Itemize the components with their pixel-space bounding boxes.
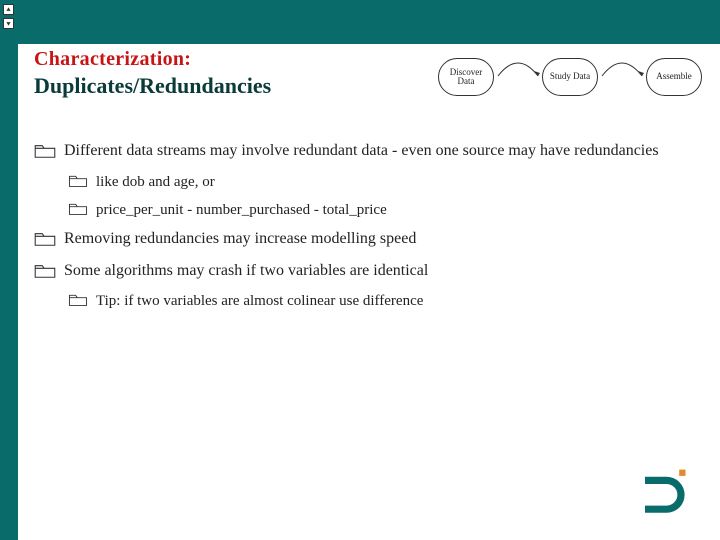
workflow-arrow-icon <box>496 56 540 78</box>
bullet-text: price_per_unit - number_purchased - tota… <box>96 200 692 220</box>
list-item: price_per_unit - number_purchased - tota… <box>34 200 692 220</box>
list-item: like dob and age, or <box>34 172 692 192</box>
bullet-text: like dob and age, or <box>96 172 692 192</box>
title-line-1: Characterization: <box>34 48 271 71</box>
workflow-node-assemble: Assemble <box>646 58 702 96</box>
arrow-down-icon[interactable] <box>3 18 14 29</box>
workflow-node-study: Study Data <box>542 58 598 96</box>
bullet-text: Removing redundancies may increase model… <box>64 228 692 250</box>
workflow-arrow-icon <box>600 56 644 78</box>
folder-icon <box>34 231 56 247</box>
arrow-up-icon[interactable] <box>3 4 14 15</box>
bullet-text: Tip: if two variables are almost colinea… <box>96 291 692 311</box>
slide-title: Characterization: Duplicates/Redundancie… <box>34 48 271 99</box>
title-line-2: Duplicates/Redundancies <box>34 73 271 99</box>
folder-icon <box>68 174 88 188</box>
bullet-text: Some algorithms may crash if two variabl… <box>64 260 692 282</box>
list-item: Different data streams may involve redun… <box>34 140 692 162</box>
folder-icon <box>34 143 56 159</box>
slide-body: Different data streams may involve redun… <box>34 140 692 320</box>
list-item: Removing redundancies may increase model… <box>34 228 692 250</box>
folder-icon <box>68 202 88 216</box>
folder-icon <box>68 293 88 307</box>
folder-icon <box>34 263 56 279</box>
left-accent-stripe <box>0 0 18 540</box>
workflow-diagram: Discover Data Study Data Assemble <box>438 58 702 96</box>
workflow-node-discover: Discover Data <box>438 58 494 96</box>
list-item: Tip: if two variables are almost colinea… <box>34 291 692 311</box>
list-item: Some algorithms may crash if two variabl… <box>34 260 692 282</box>
brand-logo-icon <box>636 466 690 520</box>
header-banner <box>0 0 720 44</box>
bullet-text: Different data streams may involve redun… <box>64 140 692 162</box>
